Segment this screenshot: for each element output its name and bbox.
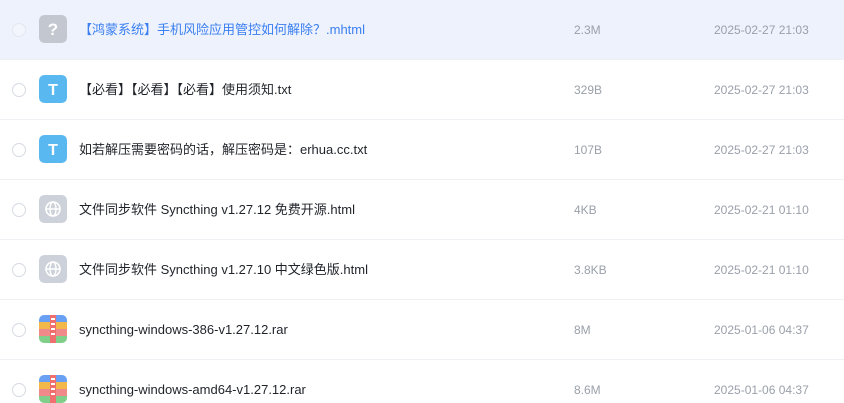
file-name[interactable]: 文件同步软件 Syncthing v1.27.12 免费开源.html	[79, 201, 355, 219]
web-file-icon	[39, 195, 67, 223]
file-size: 8.6M	[574, 383, 601, 397]
file-name[interactable]: syncthing-windows-amd64-v1.27.12.rar	[79, 381, 306, 399]
text-file-icon: T	[39, 75, 67, 103]
file-row[interactable]: T 如若解压需要密码的话，解压密码是：erhua.cc.txt 107B 202…	[0, 120, 844, 180]
svg-text:?: ?	[48, 20, 58, 39]
file-name[interactable]: 【必看】【必看】【必看】使用须知.txt	[79, 81, 291, 99]
file-date: 2025-02-27 21:03	[714, 83, 809, 97]
file-row[interactable]: 文件同步软件 Syncthing v1.27.10 中文绿色版.html 3.8…	[0, 240, 844, 300]
row-checkbox[interactable]	[12, 143, 26, 157]
archive-file-icon	[39, 315, 67, 343]
file-row[interactable]: syncthing-windows-amd64-v1.27.12.rar 8.6…	[0, 360, 844, 403]
file-size: 8M	[574, 323, 591, 337]
file-date: 2025-02-27 21:03	[714, 23, 809, 37]
file-size: 3.8KB	[574, 263, 607, 277]
file-date: 2025-02-21 01:10	[714, 203, 809, 217]
archive-file-icon	[39, 375, 67, 403]
file-size: 107B	[574, 143, 603, 157]
file-size: 329B	[574, 83, 603, 97]
row-checkbox[interactable]	[12, 23, 26, 37]
file-list: ? 【鸿蒙系统】手机风险应用管控如何解除？.mhtml 2.3M 2025-02…	[0, 0, 844, 403]
row-checkbox[interactable]	[12, 263, 26, 277]
file-row[interactable]: T 【必看】【必看】【必看】使用须知.txt 329B 2025-02-27 2…	[0, 60, 844, 120]
unknown-file-icon: ?	[39, 15, 67, 43]
file-date: 2025-01-06 04:37	[714, 383, 809, 397]
file-date: 2025-02-27 21:03	[714, 143, 809, 157]
svg-text:T: T	[48, 142, 58, 159]
file-date: 2025-01-06 04:37	[714, 323, 809, 337]
file-size: 2.3M	[574, 23, 601, 37]
row-checkbox[interactable]	[12, 383, 26, 397]
file-row[interactable]: ? 【鸿蒙系统】手机风险应用管控如何解除？.mhtml 2.3M 2025-02…	[0, 0, 844, 60]
svg-text:T: T	[48, 82, 58, 99]
file-name[interactable]: 文件同步软件 Syncthing v1.27.10 中文绿色版.html	[79, 261, 368, 279]
file-name[interactable]: 【鸿蒙系统】手机风险应用管控如何解除？.mhtml	[79, 21, 365, 39]
file-name[interactable]: 如若解压需要密码的话，解压密码是：erhua.cc.txt	[79, 141, 367, 159]
file-date: 2025-02-21 01:10	[714, 263, 809, 277]
text-file-icon: T	[39, 135, 67, 163]
web-file-icon	[39, 255, 67, 283]
file-row[interactable]: syncthing-windows-386-v1.27.12.rar 8M 20…	[0, 300, 844, 360]
row-checkbox[interactable]	[12, 83, 26, 97]
row-checkbox[interactable]	[12, 323, 26, 337]
row-checkbox[interactable]	[12, 203, 26, 217]
file-size: 4KB	[574, 203, 597, 217]
file-row[interactable]: 文件同步软件 Syncthing v1.27.12 免费开源.html 4KB …	[0, 180, 844, 240]
file-name[interactable]: syncthing-windows-386-v1.27.12.rar	[79, 321, 288, 339]
